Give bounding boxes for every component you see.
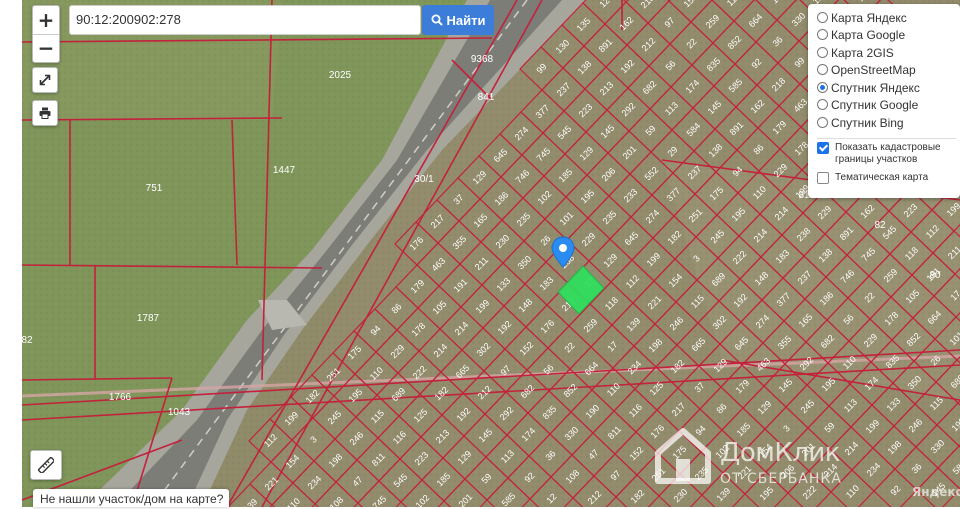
layer-option-label: Спутник Google: [831, 97, 919, 112]
parcel-label: 1787: [137, 313, 160, 324]
parcel-label: 82: [874, 220, 886, 231]
layer-option-label: Карта 2GIS: [831, 45, 894, 60]
parcel-label: 1447: [273, 165, 296, 176]
parcel-label: 2025: [329, 70, 352, 81]
map-layers-panel: Карта Яндекс Карта Google Карта 2GIS Ope…: [808, 4, 960, 198]
checkbox[interactable]: [817, 172, 829, 184]
layer-option-2gis-map[interactable]: Карта 2GIS: [817, 44, 894, 61]
layer-option-yandex-satellite[interactable]: Спутник Яндекс: [817, 79, 920, 96]
parcel-label: 9368: [471, 54, 494, 65]
parcel-label: 1766: [109, 392, 132, 403]
zoom-out-button[interactable]: −: [33, 33, 59, 62]
checkbox-checked[interactable]: [817, 142, 829, 154]
parcel-label: 82: [22, 335, 33, 346]
layer-option-label: Спутник Яндекс: [831, 80, 920, 95]
layer-option-yandex-map[interactable]: Карта Яндекс: [817, 9, 907, 26]
search-button-label: Найти: [446, 12, 486, 28]
divider: [817, 138, 956, 139]
map-provider-mark: Яндекс: [912, 485, 960, 499]
layer-option-label: OpenStreetMap: [831, 62, 916, 77]
zoom-in-button[interactable]: +: [33, 7, 59, 34]
parcel-label: 80: [929, 270, 941, 281]
ruler-icon: [38, 457, 54, 473]
radio-button[interactable]: [817, 12, 828, 23]
layer-option-label: Карта Google: [831, 27, 906, 42]
search-button[interactable]: Найти: [422, 5, 494, 35]
parcel-label: 841: [478, 92, 495, 103]
zoom-control: + −: [32, 5, 60, 63]
parcel-label: 1043: [168, 407, 191, 418]
domclick-watermark: ДомКлик ОТ СБЕРБАНКА: [652, 425, 872, 491]
parcel-label: 30/1: [414, 174, 434, 185]
radio-button[interactable]: [817, 117, 828, 128]
radio-button[interactable]: [817, 99, 828, 110]
not-found-link[interactable]: Не нашли участок/дом на карте?: [33, 489, 229, 507]
layer-option-openstreetmap[interactable]: OpenStreetMap: [817, 61, 916, 78]
checkbox-label: Показать кадастровые границы участков: [835, 142, 941, 165]
house-logo-icon: [655, 428, 711, 484]
expand-icon: [39, 74, 51, 86]
brand-subtitle: ОТ СБЕРБАНКА: [720, 471, 842, 487]
radio-button-selected[interactable]: [817, 82, 828, 93]
brand-name: ДомКлик: [720, 438, 841, 468]
layer-option-google-map[interactable]: Карта Google: [817, 26, 905, 43]
print-icon: [39, 107, 51, 119]
thematic-map-toggle[interactable]: Тематическая карта: [817, 172, 957, 184]
print-button[interactable]: [32, 100, 58, 126]
layer-option-google-satellite[interactable]: Спутник Google: [817, 96, 918, 113]
layer-option-bing-satellite[interactable]: Спутник Bing: [817, 114, 904, 131]
layer-option-label: Спутник Bing: [831, 115, 904, 130]
search-input[interactable]: 90:12:200902:278: [69, 5, 421, 35]
show-cadastral-borders-toggle[interactable]: Показать кадастровые границы участков: [817, 142, 957, 166]
layer-option-label: Карта Яндекс: [831, 10, 907, 25]
radio-button[interactable]: [817, 47, 828, 58]
parcel-label: 751: [146, 183, 163, 194]
checkbox-label: Тематическая карта: [835, 172, 929, 183]
search-icon: [431, 14, 443, 26]
radio-button[interactable]: [817, 29, 828, 40]
radio-button[interactable]: [817, 64, 828, 75]
fullscreen-button[interactable]: [32, 67, 58, 93]
ruler-button[interactable]: [30, 450, 62, 480]
